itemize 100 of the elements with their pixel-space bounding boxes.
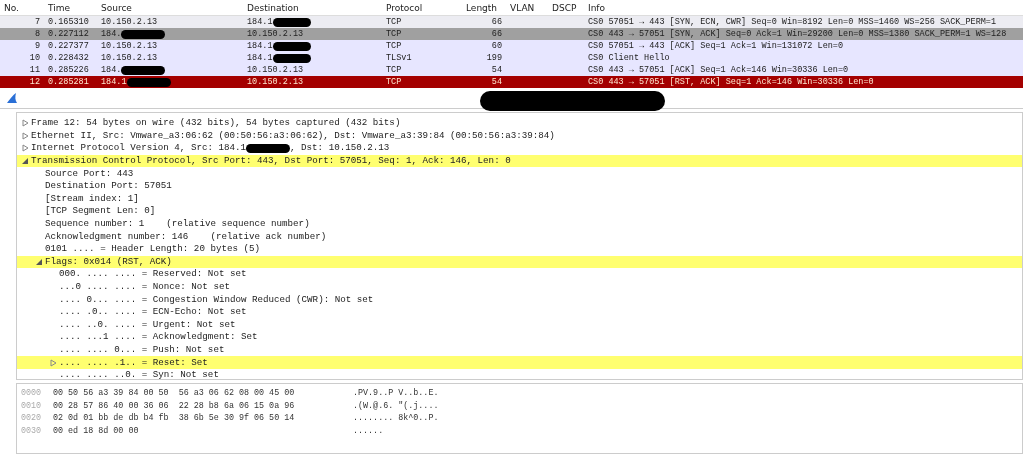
table-cell-text: 8: [33, 29, 41, 39]
detail-text: .... .... 0... = Push: Not set: [59, 344, 225, 356]
detail-line[interactable]: .... .... 0... = Push: Not set: [17, 343, 1022, 357]
detail-text: 000. .... .... = Reserved: Not set: [59, 268, 247, 281]
detail-line[interactable]: Acknowledgment number: 146 (relative ack number): [17, 230, 1022, 243]
packet-row[interactable]: 7 0.165310 10.150.2.13 184.1 TCP 66 CS0 57051 → 443 [SYN, ECN, CWR] Seq=0 Win=8192 Len=0 MSS=1460 WS=256 SACK_PERM=1: [0, 16, 1023, 28]
table-cell-text: 7: [33, 17, 41, 27]
table-cell-text: 0.165310: [47, 17, 90, 27]
table-cell-text: 10.150.2.13: [100, 17, 159, 27]
detail-line[interactable]: Ethernet II, Src: Vmware_a3:06:62 (00:50:56:a3:06:62), Dst: Vmware_a3:39:84 (00:50:56:a3:39:84): [17, 129, 1022, 143]
detail-line[interactable]: ...0 .... .... = Nonce: Not set: [17, 280, 1022, 294]
detail-line[interactable]: .... ...1 .... = Acknowledgment: Set: [17, 331, 1022, 344]
table-cell-text: 10.150.2.13: [246, 77, 305, 87]
collapse-arrow-icon[interactable]: [35, 257, 45, 266]
table-cell-text: 60: [490, 41, 503, 51]
table-cell-text: TCP: [385, 65, 403, 75]
ascii-text: .PV.9..P V..b..E.: [353, 388, 440, 399]
table-cell: 184.1: [243, 41, 382, 51]
table-cell-text: CS0 Client Hello: [587, 53, 671, 63]
table-cell: 184.1: [97, 77, 243, 87]
detail-text: [Stream index: 1]: [45, 192, 139, 205]
table-cell: 184.1: [243, 53, 382, 63]
table-cell-text: 66: [490, 29, 503, 39]
table-cell-text: 10.150.2.13: [100, 53, 159, 63]
ascii-text: .(W.@.6. "(.j....: [353, 400, 440, 411]
table-cell-text: CS0 443 → 57051 [ACK] Seq=1 Ack=146 Win=30336 Len=0: [587, 65, 850, 75]
column-header[interactable]: Time: [44, 2, 97, 13]
column-header[interactable]: DSCP: [548, 2, 584, 13]
offset-text: 0000: [20, 388, 43, 399]
detail-line[interactable]: .... 0... .... = Congestion Window Reduced (CWR): Not set: [17, 293, 1022, 306]
table-cell-text: 0.227377: [47, 41, 90, 51]
table-cell-text: TCP: [385, 17, 403, 27]
detail-line[interactable]: [TCP Segment Len: 0]: [17, 205, 1022, 218]
ascii-text: ......: [353, 425, 385, 436]
table-cell-text: 0.227112: [47, 29, 90, 39]
table-cell-text: 10: [28, 53, 41, 63]
detail-text: Acknowledgment number: 146 (relative ack number): [45, 230, 327, 243]
offset-text: 0030: [20, 425, 43, 436]
table-cell: 184.: [97, 29, 243, 39]
detail-line[interactable]: .... .... ..0. = Syn: Not set: [17, 368, 1022, 379]
column-header[interactable]: VLAN: [506, 2, 548, 13]
column-header[interactable]: Source: [97, 2, 243, 13]
detail-line[interactable]: Frame 12: 54 bytes on wire (432 bits), 54 bytes captured (432 bits): [17, 117, 1022, 130]
detail-text: , Dst: 10.150.2.13: [290, 142, 390, 155]
detail-text: Transmission Control Protocol, Src Port: 443, Dst Port: 57051, Seq: 1, Ack: 146, Len: 0: [31, 155, 511, 168]
detail-text: Source Port: 443: [45, 167, 134, 180]
ascii-text: ........ 8k^0..P.: [353, 413, 440, 424]
expand-arrow-icon[interactable]: [21, 119, 31, 128]
column-header[interactable]: Length: [462, 2, 506, 13]
detail-text: Destination Port: 57051: [45, 180, 172, 193]
detail-line[interactable]: Internet Protocol Version 4, Src: 184.1 , Dst: 10.150.2.13: [17, 142, 1022, 155]
detail-text: Internet Protocol Version 4, Src: 184.1: [31, 142, 247, 155]
packet-row[interactable]: 10 0.228432 10.150.2.13 184.1 TLSv1 199 CS0 Client Hello: [0, 52, 1023, 64]
packet-row[interactable]: 9 0.227377 10.150.2.13 184.1 TCP 60 CS0 57051 → 443 [ACK] Seq=1 Ack=1 Win=131072 Len=0: [0, 40, 1023, 52]
packet-row[interactable]: 11 0.285226 184. 10.150.2.13 TCP 54 CS0 443 → 57051 [ACK] Seq=1 Ack=146 Win=30336 Len=0: [0, 64, 1023, 76]
offset-text: 0010: [20, 400, 43, 411]
table-cell-text: TCP: [385, 29, 403, 39]
expand-arrow-icon[interactable]: [21, 131, 31, 140]
detail-text: ...0 .... .... = Nonce: Not set: [59, 281, 230, 293]
fin-icon[interactable]: [6, 92, 18, 104]
detail-line[interactable]: Source Port: 443: [17, 167, 1022, 180]
table-cell-text: 54: [490, 65, 503, 75]
detail-text: .... .... .1.. = Reset: Set: [59, 356, 208, 369]
detail-text: Ethernet II, Src: Vmware_a3:06:62 (00:50:56:a3:06:62), Dst: Vmware_a3:39:84 (00:50:56:a3:39:84): [31, 129, 555, 142]
table-cell-text: 9: [33, 41, 41, 51]
column-header[interactable]: Info: [584, 2, 1023, 13]
detail-line[interactable]: .... ..0. .... = Urgent: Not set: [17, 318, 1022, 332]
expand-arrow-icon[interactable]: [49, 358, 59, 367]
collapse-arrow-icon[interactable]: [21, 157, 31, 166]
detail-text: [TCP Segment Len: 0]: [45, 205, 156, 218]
table-cell-text: CS0 57051 → 443 [ACK] Seq=1 Ack=1 Win=131072 Len=0: [587, 41, 845, 51]
detail-text: .... .0.. .... = ECN-Echo: Not set: [59, 306, 247, 319]
table-cell-text: 11: [28, 65, 41, 75]
detail-text: .... 0... .... = Congestion Window Reduced (CWR): Not set: [59, 293, 374, 306]
expand-arrow-icon[interactable]: [21, 144, 31, 153]
table-cell-text: 0.285226: [47, 65, 90, 75]
table-cell-text: 0.285281: [47, 77, 90, 87]
table-cell-text: 54: [490, 77, 503, 87]
detail-line[interactable]: 0101 .... = Header Length: 20 bytes (5): [17, 242, 1022, 256]
detail-line[interactable]: .... .0.. .... = ECN-Echo: Not set: [17, 305, 1022, 319]
packet-row[interactable]: 8 0.227112 184. 10.150.2.13 TCP 66 CS0 443 → 57051 [SYN, ACK] Seq=0 Ack=1 Win=29200 Len=0 MSS=1380 SACK_PERM=1 WS=128: [0, 28, 1023, 40]
column-header[interactable]: Protocol: [382, 2, 462, 13]
table-cell-text: 12: [28, 77, 41, 87]
column-header[interactable]: Destination: [243, 2, 382, 13]
detail-text: Flags: 0x014 (RST, ACK): [45, 255, 172, 268]
table-cell: 184.: [97, 65, 243, 75]
table-cell-text: 199: [485, 53, 503, 63]
table-cell-text: 0.228432: [47, 53, 90, 63]
table-cell-text: CS0 57051 → 443 [SYN, ECN, CWR] Seq=0 Win=8192 Len=0 MSS=1460 WS=256 SACK_PERM=1: [587, 17, 998, 27]
detail-line[interactable]: [Stream index: 1]: [17, 192, 1022, 206]
detail-line[interactable]: 000. .... .... = Reserved: Not set: [17, 268, 1022, 281]
hex-bytes: 00 50 56 a3 39 84 00 50 56 a3 06 62 08 00 45 00: [53, 388, 296, 399]
offset-text: 0020: [20, 413, 43, 424]
hex-bytes: 00 28 57 86 40 00 36 06 22 28 b8 6a 06 15 0a 96: [53, 400, 296, 411]
detail-line[interactable]: Destination Port: 57051: [17, 179, 1022, 193]
packet-row[interactable]: 12 0.285281 184.1 10.150.2.13 TCP 54 CS0 443 → 57051 [RST, ACK] Seq=1 Ack=146 Win=30336 Len=0: [0, 76, 1023, 88]
column-header[interactable]: No.: [0, 2, 44, 13]
detail-text: Sequence number: 1 (relative sequence number): [45, 218, 310, 231]
detail-line[interactable]: Sequence number: 1 (relative sequence number): [17, 217, 1022, 231]
detail-text: 0101 .... = Header Length: 20 bytes (5): [45, 243, 261, 256]
